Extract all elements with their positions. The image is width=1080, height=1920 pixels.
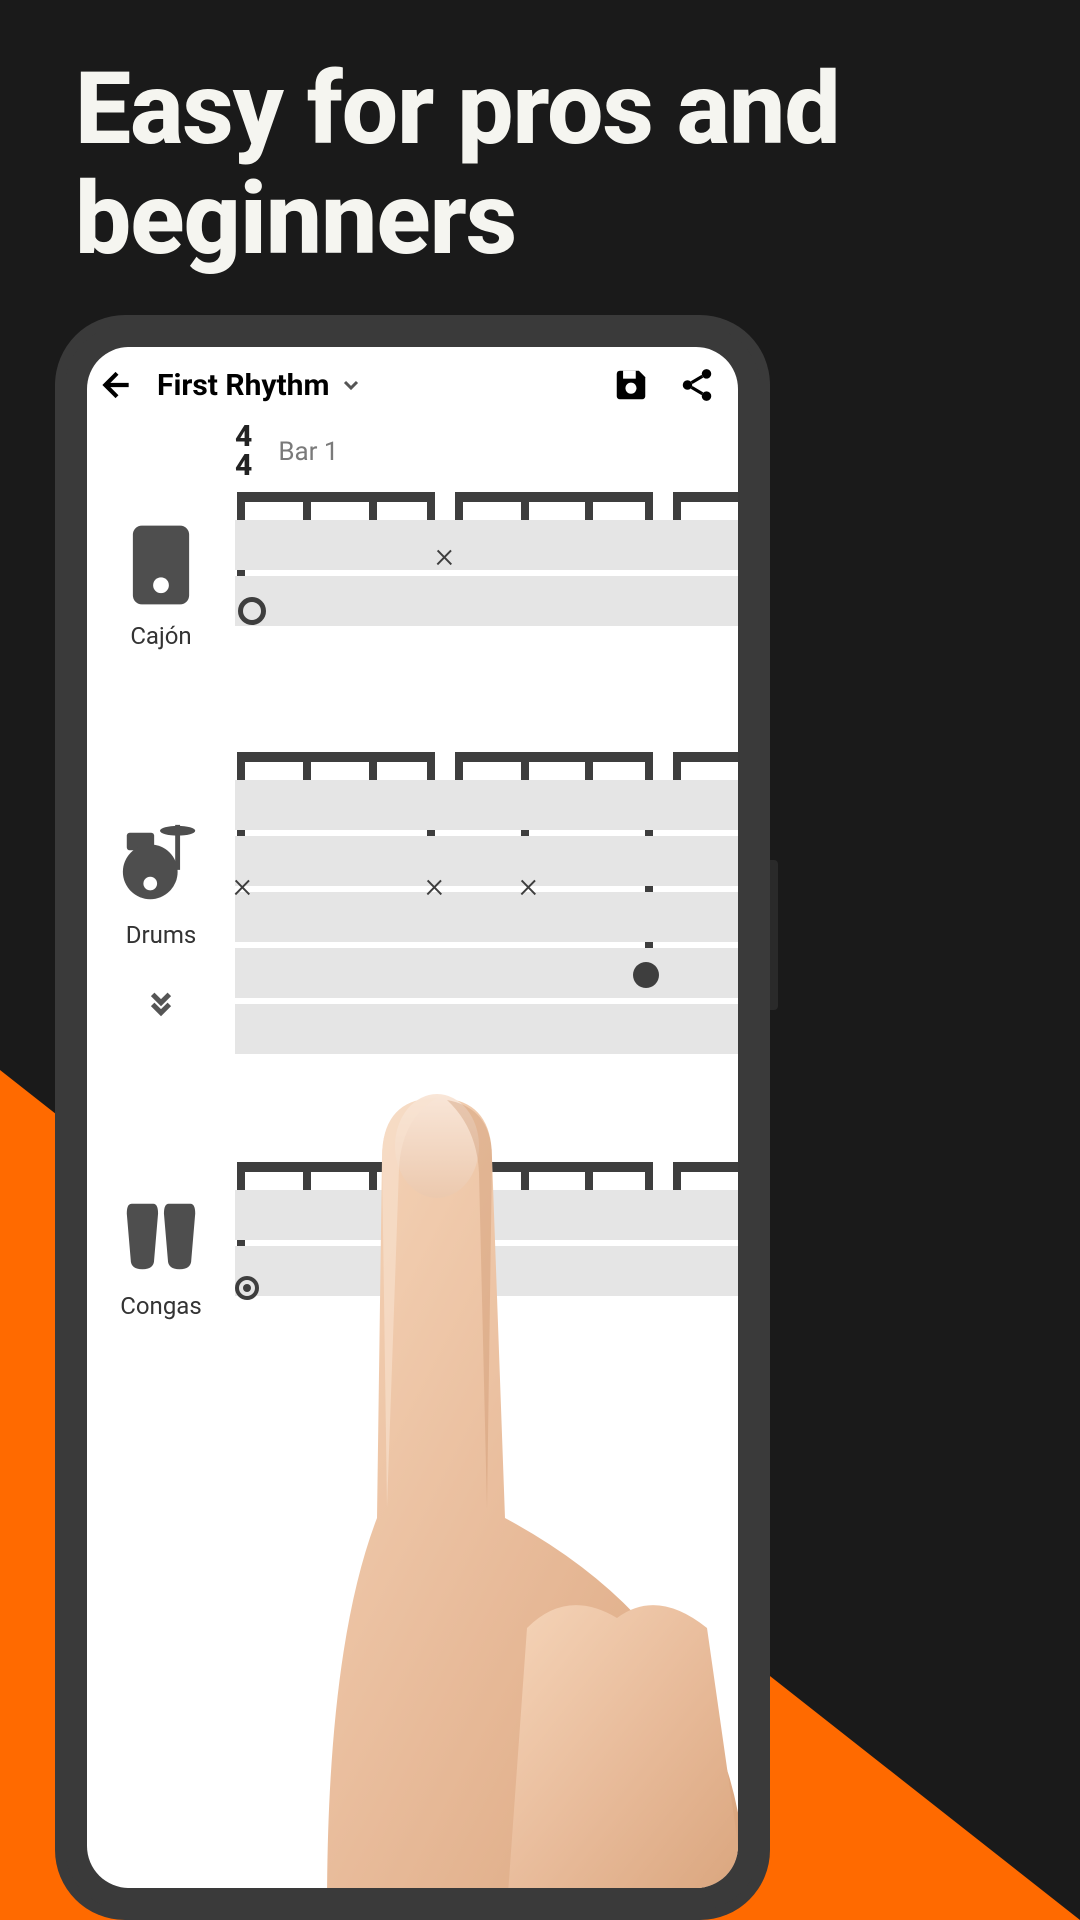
cajon-label: Cajón (130, 622, 191, 650)
drums-row: Drums (87, 780, 738, 1060)
notation-content: 4 4 Bar 1 Cajón (87, 423, 738, 1320)
drums-track-button[interactable]: Drums (87, 780, 235, 1060)
drums-notation[interactable]: × × × (235, 780, 738, 1060)
drums-label: Drums (126, 921, 197, 949)
congas-track-button[interactable]: Congas (87, 1190, 235, 1320)
note[interactable] (235, 1276, 259, 1300)
share-icon[interactable] (678, 366, 716, 404)
cajon-notation[interactable]: × (235, 520, 738, 650)
time-signature[interactable]: 4 4 (235, 423, 252, 480)
congas-label: Congas (120, 1292, 201, 1320)
congas-icon (117, 1190, 205, 1280)
time-signature-row: 4 4 Bar 1 (235, 423, 738, 480)
congas-row: Congas (87, 1190, 738, 1320)
cajon-track-button[interactable]: Cajón (87, 520, 235, 650)
cajon-row: Cajón (87, 520, 738, 650)
phone-mockup: First Rhythm (55, 315, 770, 1920)
note[interactable]: × (519, 870, 549, 900)
note[interactable]: × (425, 870, 455, 900)
expand-down-icon[interactable] (141, 981, 181, 1021)
back-icon[interactable] (97, 365, 137, 405)
app-screen: First Rhythm (87, 347, 738, 1888)
congas-notation[interactable] (235, 1190, 738, 1320)
note[interactable] (238, 597, 266, 625)
rhythm-title-dropdown[interactable]: First Rhythm (157, 368, 592, 403)
note[interactable] (633, 962, 659, 988)
phone-side-button (770, 860, 778, 1010)
rhythm-title: First Rhythm (157, 368, 329, 403)
drums-icon (117, 819, 205, 909)
topbar: First Rhythm (87, 347, 738, 423)
headline: Easy for pros and beginners (0, 0, 1080, 275)
chevron-down-icon (339, 373, 363, 397)
save-icon[interactable] (612, 366, 650, 404)
cajon-icon (126, 520, 196, 610)
note[interactable]: × (435, 540, 465, 570)
bar-label: Bar 1 (278, 437, 338, 467)
note[interactable]: × (233, 870, 263, 900)
